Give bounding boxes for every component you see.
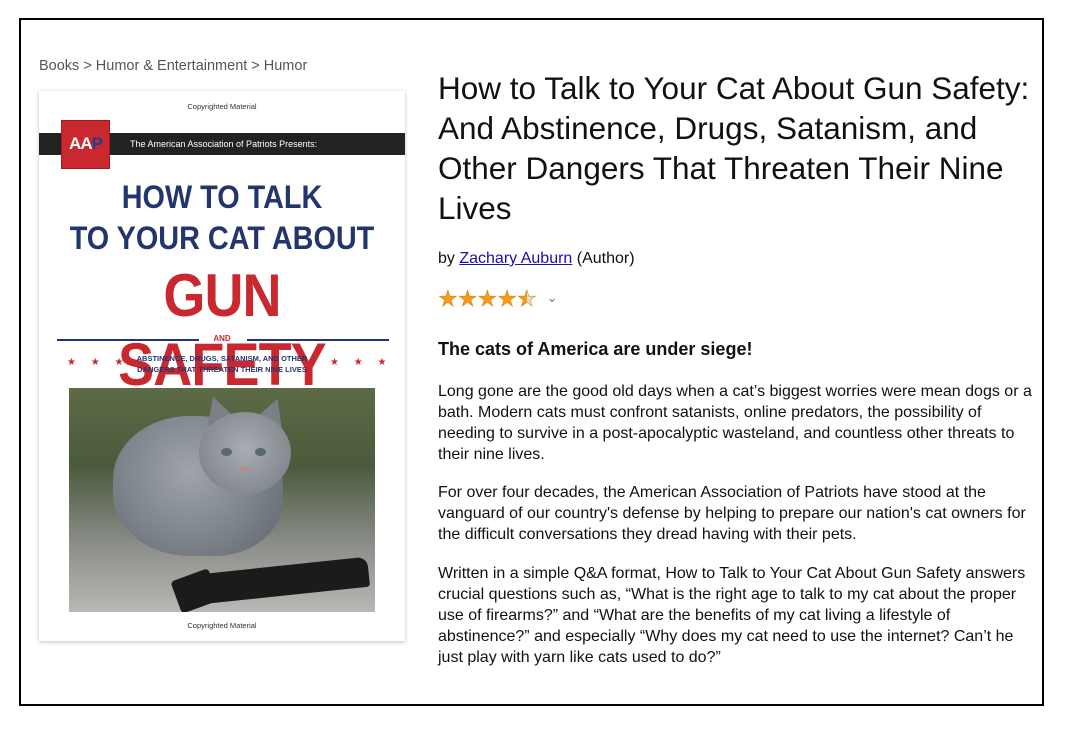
kitten-eye bbox=[255, 448, 266, 456]
author-link[interactable]: Zachary Auburn bbox=[459, 250, 572, 267]
star-full-icon: ★ bbox=[438, 286, 458, 311]
star-full-icon: ★ bbox=[497, 286, 517, 311]
kitten-head bbox=[199, 412, 291, 494]
cover-title-line1: HOW TO TALK bbox=[121, 179, 323, 215]
breadcrumb: Books > Humor & Entertainment > Humor bbox=[39, 58, 307, 74]
star-full-icon: ★ bbox=[457, 286, 478, 311]
byline-by: by bbox=[438, 250, 455, 267]
cover-stars-right: ★ ★ ★ bbox=[330, 357, 393, 368]
aap-logo: AAP bbox=[61, 120, 110, 169]
aap-logo-text: AAP bbox=[69, 134, 103, 153]
breadcrumb-separator: > bbox=[83, 58, 92, 74]
book-title: How to Talk to Your Cat About Gun Safety… bbox=[438, 70, 1030, 226]
description-headline: The cats of America are under siege! bbox=[438, 339, 753, 359]
cover-copyright-bottom: Copyrighted Material bbox=[187, 621, 257, 630]
cover-subtitle: ABSTINENCE, DRUGS, SATANISM, AND OTHER D… bbox=[136, 354, 308, 374]
description-paragraph-3: Written in a simple Q&A format, How to T… bbox=[438, 565, 1026, 666]
author-role: (Author) bbox=[576, 250, 635, 267]
breadcrumb-humor[interactable]: Humor bbox=[264, 58, 308, 74]
cover-copyright-top: Copyrighted Material bbox=[187, 102, 257, 111]
cover-banner-text: The American Association of Patriots Pre… bbox=[130, 139, 318, 149]
star-rating[interactable]: ★★★★★★⌄ bbox=[438, 286, 558, 311]
book-cover-image[interactable]: Copyrighted Material The American Associ… bbox=[39, 91, 405, 641]
byline: by Zachary Auburn (Author) bbox=[438, 250, 635, 268]
description-paragraph-1: Long gone are the good old days when a c… bbox=[438, 383, 1032, 463]
description-paragraph-2: For over four decades, the American Asso… bbox=[438, 484, 1026, 543]
breadcrumb-separator: > bbox=[251, 58, 260, 74]
cover-title-line3: GUN SAFETY bbox=[118, 262, 327, 398]
cover-kitten-photo bbox=[69, 388, 375, 612]
cover-title-line2: TO YOUR CAT ABOUT bbox=[69, 220, 375, 256]
kitten-nose bbox=[241, 466, 249, 472]
star-half-icon: ★★ bbox=[516, 286, 537, 311]
chevron-down-icon[interactable]: ⌄ bbox=[547, 290, 558, 306]
cover-rule-right bbox=[247, 339, 389, 341]
star-full-icon: ★ bbox=[477, 286, 498, 311]
breadcrumb-books[interactable]: Books bbox=[39, 58, 79, 74]
pistol bbox=[187, 556, 371, 606]
kitten-eye bbox=[221, 448, 232, 456]
breadcrumb-humor-entertainment[interactable]: Humor & Entertainment bbox=[96, 58, 248, 74]
